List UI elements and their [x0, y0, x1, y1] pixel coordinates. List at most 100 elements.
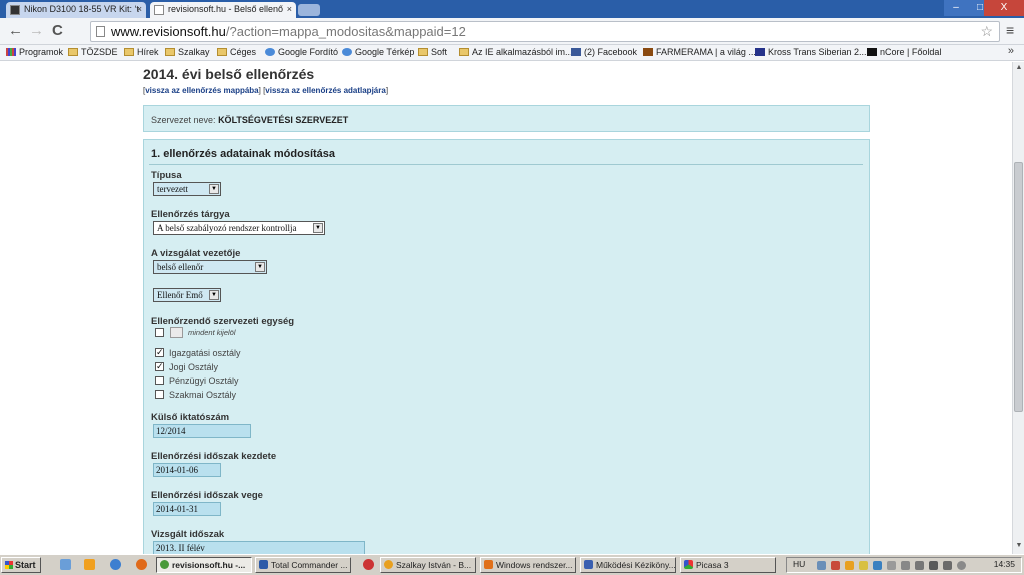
bookmark-farmerama[interactable]: FARMERAMA | a világ ... — [643, 46, 756, 59]
folder-icon — [217, 48, 227, 56]
page-scrollbar[interactable]: ▲ ▼ — [1012, 62, 1024, 554]
type-label: Típusa — [151, 170, 182, 181]
bookmark-label: Kross Trans Siberian 2... — [768, 47, 867, 57]
unit-checkbox-szakmai[interactable] — [155, 390, 164, 399]
printer-icon[interactable] — [887, 561, 896, 570]
forward-arrow-icon[interactable]: → — [29, 22, 44, 39]
task-windows-rendszer[interactable]: Windows rendszer... — [480, 557, 576, 573]
language-indicator[interactable]: HU — [793, 559, 805, 569]
bookmark-tozsde[interactable]: TÖZSDE — [68, 46, 118, 59]
kross-icon — [755, 48, 765, 56]
browser-menu-icon[interactable]: ≡ — [1006, 22, 1014, 38]
tab-close-icon[interactable]: × — [287, 2, 292, 17]
internet-explorer-icon[interactable] — [110, 559, 121, 570]
media-player-icon[interactable] — [84, 559, 95, 570]
bluetooth-icon[interactable] — [873, 561, 882, 570]
minimize-button[interactable]: – — [944, 0, 968, 16]
tray-app-icon[interactable] — [845, 561, 854, 570]
task-browser[interactable]: revisionsoft.hu -... — [156, 557, 252, 573]
mail-tray-icon[interactable] — [901, 561, 910, 570]
usb-icon[interactable] — [915, 561, 924, 570]
leader-person-select[interactable]: Ellenőr Emő ▼ — [153, 288, 221, 302]
antivirus-icon[interactable] — [831, 561, 840, 570]
org-name-label: Szervezet neve: — [151, 115, 216, 125]
back-to-folder-link[interactable]: vissza az ellenőrzés mappába — [145, 86, 258, 95]
leader-role-select[interactable]: belső ellenőr ▼ — [153, 260, 267, 274]
volume-icon[interactable] — [957, 561, 966, 570]
task-picasa[interactable]: Picasa 3 — [680, 557, 776, 573]
subject-label: Ellenőrzés tárgya — [151, 209, 230, 220]
period-end-label: Ellenőrzési időszak vege — [151, 490, 263, 501]
bookmark-google-translate[interactable]: Google Fordító — [265, 46, 338, 59]
bookmark-star-icon[interactable]: ☆ — [980, 22, 993, 41]
task-mukodesi[interactable]: Működési Kéziköny... — [580, 557, 676, 573]
bookmark-kross[interactable]: Kross Trans Siberian 2... — [755, 46, 867, 59]
period-end-input[interactable]: 2014-01-31 — [153, 502, 221, 516]
folder-icon — [418, 48, 428, 56]
task-szalkay[interactable]: Szalkay István - B... — [380, 557, 476, 573]
chevron-down-icon: ▼ — [255, 262, 265, 272]
bookmark-label: FARMERAMA | a világ ... — [656, 47, 756, 57]
bookmark-ceges[interactable]: Céges — [217, 46, 256, 59]
bookmark-facebook[interactable]: (2) Facebook — [571, 46, 637, 59]
subject-select-value: A belső szabályozó rendszer kontrollja — [157, 223, 297, 233]
edit-form-panel: 1. ellenőrzés adatainak módosítása Típus… — [143, 139, 870, 554]
bookmark-ncore[interactable]: nCore | Főoldal — [867, 46, 941, 59]
new-tab-button[interactable] — [298, 4, 320, 16]
bookmark-label: TÖZSDE — [81, 47, 118, 57]
opera-icon[interactable] — [363, 559, 374, 570]
unit-checkbox-jogi[interactable]: ✓ — [155, 362, 164, 371]
more-bookmarks-icon[interactable]: » — [1008, 45, 1014, 57]
scroll-up-icon[interactable]: ▲ — [1014, 64, 1024, 74]
examined-period-label: Vizsgált időszak — [151, 529, 225, 540]
google-translate-icon — [265, 48, 275, 56]
tray-misc-icon[interactable] — [929, 561, 938, 570]
subject-select[interactable]: A belső szabályozó rendszer kontrollja ▼ — [153, 221, 325, 235]
firefox-icon[interactable] — [136, 559, 147, 570]
tray-misc-icon[interactable] — [943, 561, 952, 570]
shield-icon[interactable] — [859, 561, 868, 570]
unit-label: Jogi Osztály — [169, 362, 219, 372]
tab-revisionsoft[interactable]: revisionsoft.hu - Belső ellenő × — [150, 2, 296, 18]
chevron-down-icon: ▼ — [209, 290, 219, 300]
period-start-label: Ellenőrzési időszak kezdete — [151, 451, 277, 462]
task-label: Windows rendszer... — [496, 560, 573, 570]
reload-icon[interactable]: C — [52, 22, 63, 39]
network-icon[interactable] — [817, 561, 826, 570]
ext-ref-label: Külső iktatószám — [151, 412, 230, 423]
bookmark-hirek[interactable]: Hírek — [124, 46, 159, 59]
bookmark-programok[interactable]: Programok — [6, 46, 63, 59]
section-title: 1. ellenőrzés adatainak módosítása — [151, 148, 336, 160]
task-total-commander[interactable]: Total Commander ... — [255, 557, 351, 573]
apps-grid-icon — [6, 48, 16, 56]
show-desktop-icon[interactable] — [60, 559, 71, 570]
units-label: Ellenőrzendő szervezeti egység — [151, 316, 295, 327]
period-start-input[interactable]: 2014-01-06 — [153, 463, 221, 477]
back-to-datasheet-link[interactable]: vissza az ellenőrzés adatlapjára — [265, 86, 386, 95]
bookmark-label: Google Fordító — [278, 47, 339, 57]
bookmark-label: Az IE alkalmazásból im... — [472, 47, 573, 57]
ext-ref-input[interactable]: 12/2014 — [153, 424, 251, 438]
unit-checkbox-penzugyi[interactable] — [155, 376, 164, 385]
tab-nikon[interactable]: Nikon D3100 18-55 VR Kit: ‘t × — [6, 2, 146, 18]
tab-close-icon[interactable]: × — [137, 2, 142, 17]
bookmark-szalkay[interactable]: Szalkay — [165, 46, 210, 59]
examined-period-input[interactable]: 2013. II félév — [153, 541, 365, 554]
unit-checkbox-igazgatasi[interactable]: ✓ — [155, 348, 164, 357]
bookmark-ie-import[interactable]: Az IE alkalmazásból im... — [459, 46, 573, 59]
back-arrow-icon[interactable]: ← — [8, 22, 23, 39]
select-all-checkbox[interactable] — [155, 328, 164, 337]
bookmark-soft[interactable]: Soft — [418, 46, 447, 59]
bookmark-label: Hírek — [137, 47, 159, 57]
address-bar[interactable]: www.revisionsoft.hu/?action=mappa_modosi… — [90, 21, 1000, 42]
scrollbar-thumb[interactable] — [1014, 162, 1023, 412]
org-name-value: KÖLTSÉGVETÉSI SZERVEZET — [218, 115, 349, 125]
select-all-label: mindent kijelöl — [188, 328, 236, 337]
start-button[interactable]: Start — [1, 557, 41, 573]
close-window-button[interactable]: X — [984, 0, 1024, 16]
task-label: revisionsoft.hu -... — [172, 560, 246, 570]
scroll-down-icon[interactable]: ▼ — [1014, 542, 1024, 552]
bookmark-google-maps[interactable]: Google Térkép — [342, 46, 414, 59]
page-icon — [96, 26, 105, 37]
type-select[interactable]: tervezett ▼ — [153, 182, 221, 196]
